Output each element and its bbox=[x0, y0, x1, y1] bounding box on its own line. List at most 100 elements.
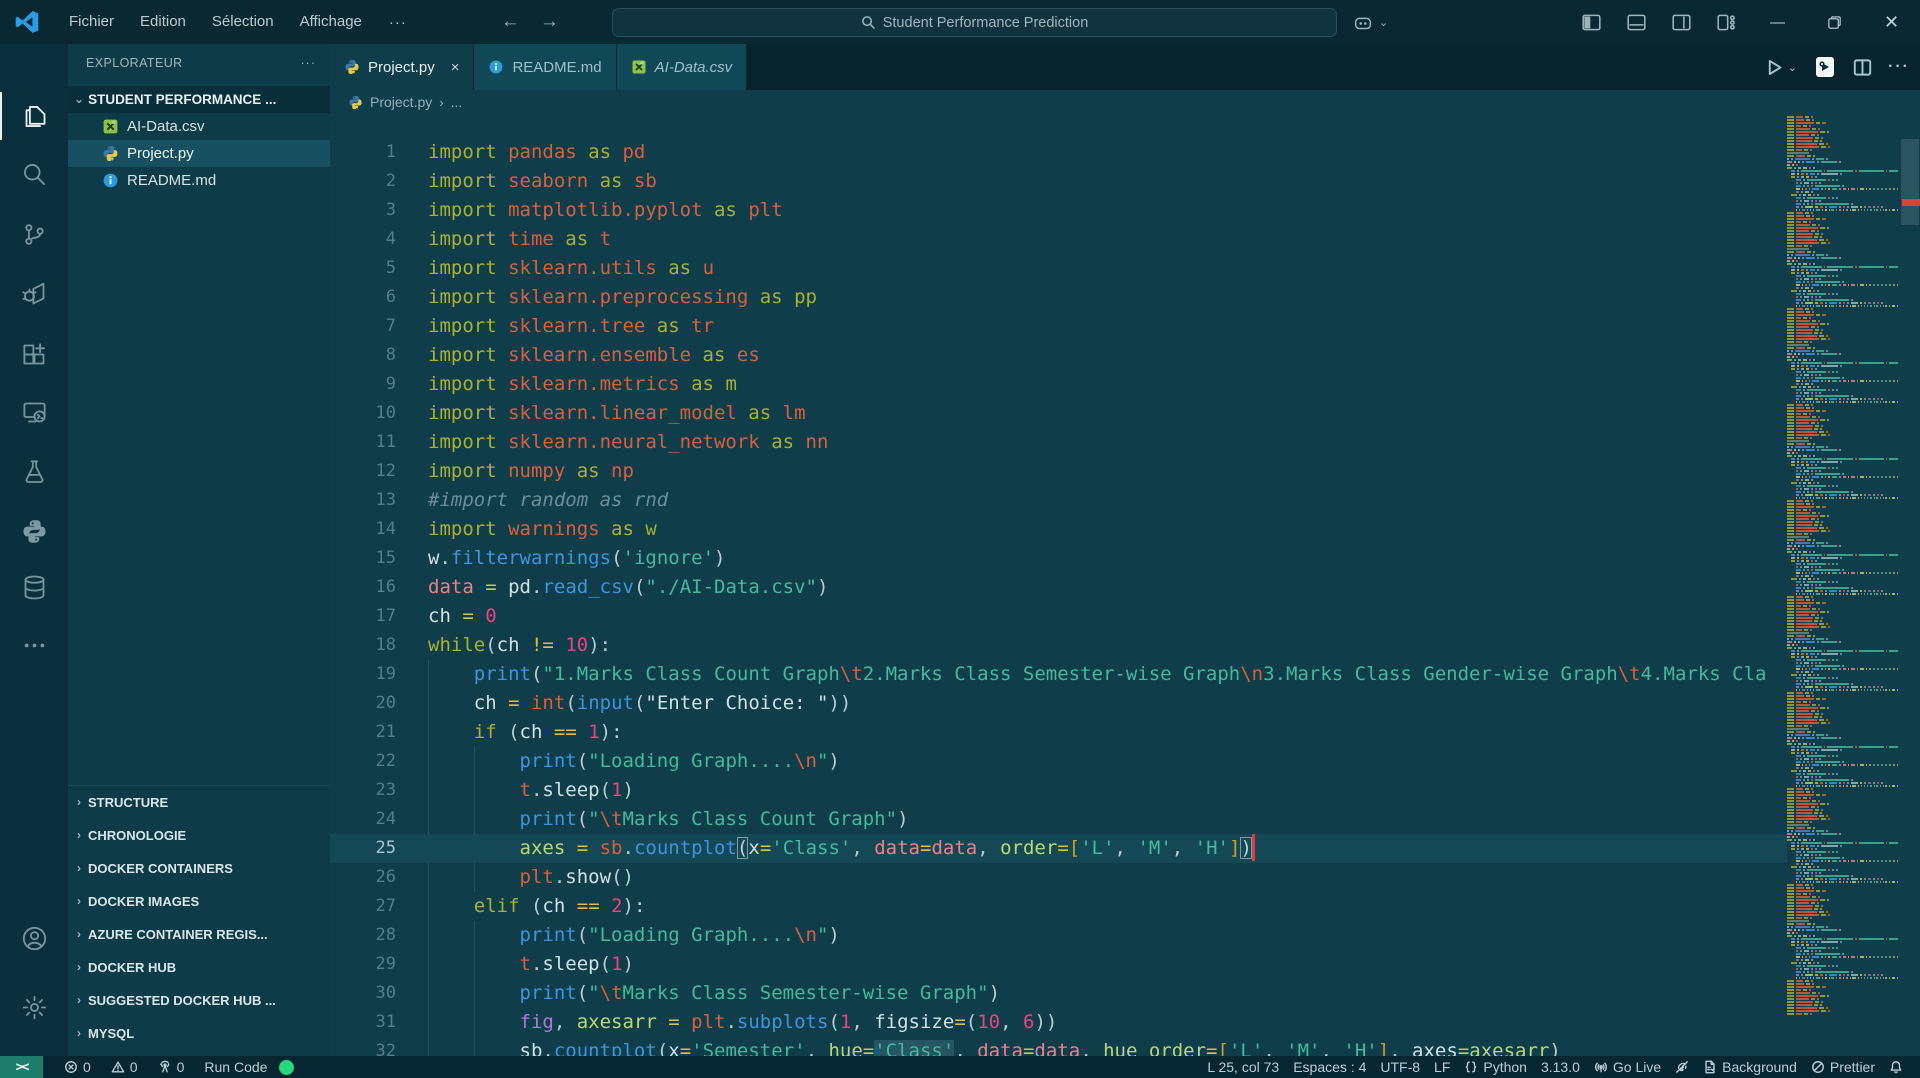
code-line-26[interactable]: 26 plt.show() bbox=[330, 863, 1787, 892]
go-live[interactable]: Go Live bbox=[1587, 1056, 1668, 1078]
code-line-32[interactable]: 32 sb.countplot(x='Semester', hue='Class… bbox=[330, 1037, 1787, 1056]
code-line-30[interactable]: 30 print("\tMarks Class Semester-wise Gr… bbox=[330, 979, 1787, 1008]
activity-python[interactable] bbox=[0, 507, 68, 555]
activity-testing[interactable] bbox=[0, 447, 68, 495]
activity-explorer[interactable] bbox=[0, 92, 68, 140]
background-task[interactable]: Background bbox=[1696, 1056, 1804, 1078]
activity-search[interactable] bbox=[0, 150, 68, 198]
cursor-position[interactable]: L 25, col 73 bbox=[1200, 1056, 1286, 1078]
code-editor[interactable]: 1 import pandas as pd 2 import seaborn as s… bbox=[330, 90, 1787, 1056]
code-line-2[interactable]: 2 import seaborn as sb bbox=[330, 167, 1787, 196]
activity-settings[interactable] bbox=[0, 983, 68, 1031]
section-docker-containers[interactable]: › DOCKER CONTAINERS bbox=[68, 852, 330, 885]
code-line-6[interactable]: 6 import sklearn.preprocessing as pp bbox=[330, 283, 1787, 312]
activity-more[interactable] bbox=[0, 621, 68, 669]
toggle-sidebar-icon[interactable] bbox=[1569, 0, 1614, 44]
breadcrumb[interactable]: Project.py › ... bbox=[348, 90, 462, 114]
run-button[interactable] bbox=[1765, 58, 1784, 77]
code-line-16[interactable]: 16 data = pd.read_csv("./AI-Data.csv") bbox=[330, 573, 1787, 602]
section-docker-images[interactable]: › DOCKER IMAGES bbox=[68, 885, 330, 918]
code-line-7[interactable]: 7 import sklearn.tree as tr bbox=[330, 312, 1787, 341]
code-line-18[interactable]: 18 while(ch != 10): bbox=[330, 631, 1787, 660]
scrollbar-slider[interactable] bbox=[1901, 139, 1919, 225]
code-line-19[interactable]: 19 print("1.Marks Class Count Graph\t2.M… bbox=[330, 660, 1787, 689]
activity-extensions[interactable] bbox=[0, 330, 68, 378]
code-line-15[interactable]: 15 w.filterwarnings('ignore') bbox=[330, 544, 1787, 573]
tab-README.md[interactable]: README.md bbox=[474, 44, 616, 90]
customize-layout-icon[interactable] bbox=[1704, 0, 1749, 44]
highlight-off[interactable] bbox=[1668, 1056, 1696, 1078]
code-line-12[interactable]: 12 import numpy as np bbox=[330, 457, 1787, 486]
menu-edition[interactable]: Edition bbox=[127, 7, 199, 37]
indentation[interactable]: Espaces : 4 bbox=[1286, 1056, 1373, 1078]
remote-indicator[interactable]: >< bbox=[0, 1056, 43, 1078]
breadcrumb-file[interactable]: Project.py bbox=[370, 94, 432, 110]
command-center-search[interactable]: Student Performance Prediction bbox=[612, 8, 1337, 37]
section-docker-hub[interactable]: › DOCKER HUB bbox=[68, 951, 330, 984]
language-mode[interactable]: Python bbox=[1457, 1056, 1534, 1078]
explorer-more-actions[interactable]: ··· bbox=[301, 56, 317, 70]
history-back-icon[interactable]: ← bbox=[491, 11, 530, 33]
section-mysql[interactable]: › MYSQL bbox=[68, 1017, 330, 1050]
file-README.md[interactable]: README.md bbox=[68, 167, 330, 194]
python-version[interactable]: 3.13.0 bbox=[1534, 1056, 1587, 1078]
code-line-31[interactable]: 31 fig, axesarr = plt.subplots(1, figsiz… bbox=[330, 1008, 1787, 1037]
menu-affichage[interactable]: Affichage bbox=[287, 7, 375, 37]
code-line-9[interactable]: 9 import sklearn.metrics as m bbox=[330, 370, 1787, 399]
code-line-29[interactable]: 29 t.sleep(1) bbox=[330, 950, 1787, 979]
code-line-11[interactable]: 11 import sklearn.neural_network as nn bbox=[330, 428, 1787, 457]
run-python-file-button[interactable] bbox=[1813, 55, 1837, 79]
prettier[interactable]: Prettier bbox=[1804, 1056, 1882, 1078]
history-forward-icon[interactable]: → bbox=[530, 11, 569, 33]
code-line-14[interactable]: 14 import warnings as w bbox=[330, 515, 1787, 544]
minimap[interactable] bbox=[1787, 90, 1900, 1056]
code-line-28[interactable]: 28 print("Loading Graph....\n") bbox=[330, 921, 1787, 950]
section-azure-container-regis[interactable]: › AZURE CONTAINER REGIS... bbox=[68, 918, 330, 951]
eol[interactable]: LF bbox=[1427, 1056, 1457, 1078]
copilot-button[interactable]: ⌄ bbox=[1352, 8, 1388, 37]
code-line-5[interactable]: 5 import sklearn.utils as u bbox=[330, 254, 1787, 283]
code-line-22[interactable]: 22 print("Loading Graph....\n") bbox=[330, 747, 1787, 776]
activity-run-debug[interactable] bbox=[0, 270, 68, 318]
section-structure[interactable]: › STRUCTURE bbox=[68, 786, 330, 819]
activity-source-control[interactable] bbox=[0, 210, 68, 258]
code-line-27[interactable]: 27 elif (ch == 2): bbox=[330, 892, 1787, 921]
code-line-8[interactable]: 8 import sklearn.ensemble as es bbox=[330, 341, 1787, 370]
code-line-3[interactable]: 3 import matplotlib.pyplot as plt bbox=[330, 196, 1787, 225]
code-line-25[interactable]: 25 axes = sb.countplot(x='Class', data=d… bbox=[330, 834, 1787, 863]
ports[interactable]: 0 bbox=[151, 1056, 192, 1078]
section-suggested-docker-hub[interactable]: › SUGGESTED DOCKER HUB ... bbox=[68, 984, 330, 1017]
run-dropdown-icon[interactable]: ⌄ bbox=[1788, 61, 1797, 74]
notifications[interactable] bbox=[1882, 1056, 1910, 1078]
code-line-23[interactable]: 23 t.sleep(1) bbox=[330, 776, 1787, 805]
problems-warnings[interactable]: 0 bbox=[104, 1056, 145, 1078]
workspace-root-folder[interactable]: ⌄ STUDENT PERFORMANCE ... bbox=[68, 86, 330, 113]
code-line-13[interactable]: 13 #import random as rnd bbox=[330, 486, 1787, 515]
menu-overflow[interactable]: ··· bbox=[375, 14, 421, 31]
problems-errors[interactable]: 0 bbox=[57, 1056, 98, 1078]
file-AI-Data.csv[interactable]: AI-Data.csv bbox=[68, 113, 330, 140]
file-Project.py[interactable]: Project.py bbox=[68, 140, 330, 167]
tab-AI-Data.csv[interactable]: AI-Data.csv bbox=[616, 44, 747, 90]
code-line-4[interactable]: 4 import time as t bbox=[330, 225, 1787, 254]
scrollbar[interactable] bbox=[1900, 90, 1920, 1056]
code-line-10[interactable]: 10 import sklearn.linear_model as lm bbox=[330, 399, 1787, 428]
close-button[interactable]: ✕ bbox=[1863, 0, 1920, 44]
menu-fichier[interactable]: Fichier bbox=[56, 7, 127, 37]
code-line-20[interactable]: 20 ch = int(input("Enter Choice: ")) bbox=[330, 689, 1787, 718]
section-chronologie[interactable]: › CHRONOLOGIE bbox=[68, 819, 330, 852]
minimize-button[interactable]: — bbox=[1749, 0, 1806, 44]
toggle-panel-icon[interactable] bbox=[1614, 0, 1659, 44]
activity-database[interactable] bbox=[0, 563, 68, 611]
encoding[interactable]: UTF-8 bbox=[1373, 1056, 1427, 1078]
code-line-17[interactable]: 17 ch = 0 bbox=[330, 602, 1787, 631]
menu-sélection[interactable]: Sélection bbox=[199, 7, 287, 37]
tab-Project.py[interactable]: Project.py × bbox=[330, 44, 474, 90]
breadcrumb-symbol[interactable]: ... bbox=[451, 94, 463, 110]
activity-accounts[interactable] bbox=[0, 914, 68, 962]
code-line-24[interactable]: 24 print("\tMarks Class Count Graph") bbox=[330, 805, 1787, 834]
activity-remote-explorer[interactable] bbox=[0, 388, 68, 436]
code-line-21[interactable]: 21 if (ch == 1): bbox=[330, 718, 1787, 747]
toggle-secondary-sidebar-icon[interactable] bbox=[1659, 0, 1704, 44]
more-actions-icon[interactable]: ··· bbox=[1888, 58, 1910, 76]
